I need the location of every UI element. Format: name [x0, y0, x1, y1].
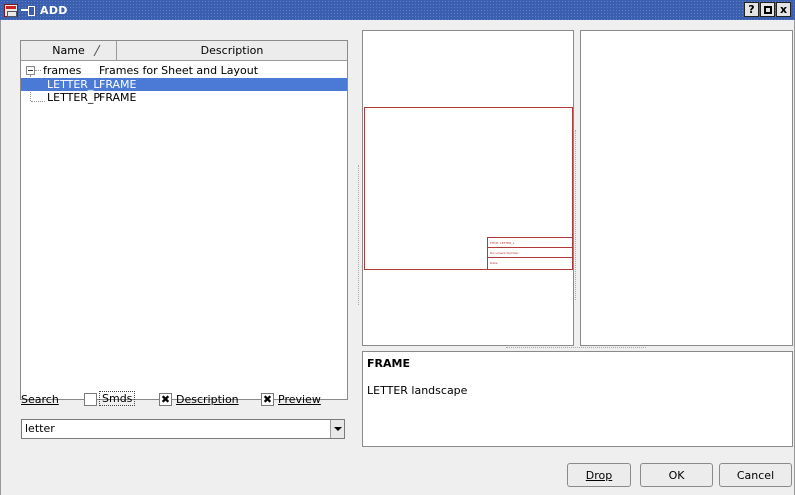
row-description: FRAME [99, 91, 137, 104]
search-label-text: Search [21, 393, 59, 406]
title-block-rule [488, 247, 572, 248]
search-label: Search [21, 393, 59, 406]
maximize-icon [763, 5, 772, 14]
close-button[interactable]: x [776, 2, 791, 17]
smds-checkbox[interactable] [84, 393, 97, 406]
chevron-down-icon[interactable] [330, 420, 344, 438]
vertical-splitter-right[interactable] [575, 130, 578, 300]
sort-indicator-icon [93, 44, 101, 57]
tree-row-letter-l[interactable]: LETTER_L FRAME [21, 78, 347, 91]
smds-label-text: Smds [99, 391, 136, 406]
title-block: TITLE: LETTER_L Document Number: Date: [487, 237, 572, 269]
column-description-label: Description [200, 44, 264, 57]
title-block-text: TITLE: LETTER_L [490, 241, 515, 245]
title-bar[interactable]: ADD ? x [0, 0, 795, 20]
title-block-rule [488, 257, 572, 258]
window-title: ADD [40, 3, 68, 17]
search-combobox[interactable]: letter [21, 419, 345, 439]
row-name: LETTER_L [47, 78, 100, 91]
tree-row-frames[interactable]: frames Frames for Sheet and Layout [21, 64, 347, 77]
info-description: LETTER landscape [367, 384, 468, 397]
row-description: Frames for Sheet and Layout [99, 64, 259, 77]
footprint-preview [580, 30, 793, 346]
title-block-text: Date: [490, 261, 499, 265]
row-name: LETTER_P [47, 91, 101, 104]
part-tree[interactable]: Name Description frames Frames for Sheet… [20, 40, 348, 400]
window-controls: ? x [744, 2, 791, 17]
help-button[interactable]: ? [744, 2, 759, 17]
drop-button[interactable]: Drop [567, 463, 631, 487]
tree-branch-line [35, 70, 41, 71]
description-checkbox[interactable]: ✖ [159, 393, 172, 406]
column-header-name[interactable]: Name [21, 41, 117, 60]
column-name-label: Name [52, 44, 85, 57]
column-header-description[interactable]: Description [117, 41, 347, 60]
pin-icon[interactable] [20, 4, 36, 16]
collapse-icon[interactable] [26, 66, 35, 75]
row-name: frames [43, 64, 82, 77]
horizontal-splitter[interactable] [506, 347, 646, 350]
description-label[interactable]: Description [176, 393, 239, 406]
info-pane: FRAME LETTER landscape [362, 351, 793, 447]
preview-checkbox[interactable]: ✖ [261, 393, 274, 406]
cancel-button[interactable]: Cancel [719, 463, 792, 487]
tree-row-letter-p[interactable]: LETTER_P FRAME [21, 91, 347, 104]
vertical-splitter-left[interactable] [358, 165, 361, 305]
title-block-text: Document Number: [490, 251, 520, 255]
app-icon[interactable] [4, 3, 18, 17]
preview-label[interactable]: Preview [278, 393, 321, 406]
symbol-preview: TITLE: LETTER_L Document Number: Date: [362, 30, 574, 346]
frame-outline: TITLE: LETTER_L Document Number: Date: [364, 107, 573, 270]
row-description: FRAME [99, 78, 137, 91]
drop-button-label: Drop [585, 468, 613, 482]
tree-header: Name Description [21, 41, 347, 61]
smds-label[interactable]: Smds [99, 391, 136, 406]
add-dialog: Name Description frames Frames for Sheet… [0, 20, 795, 495]
info-title: FRAME [367, 357, 410, 370]
search-input-value[interactable]: letter [25, 422, 55, 435]
maximize-button[interactable] [760, 2, 775, 17]
ok-button[interactable]: OK [640, 463, 713, 487]
